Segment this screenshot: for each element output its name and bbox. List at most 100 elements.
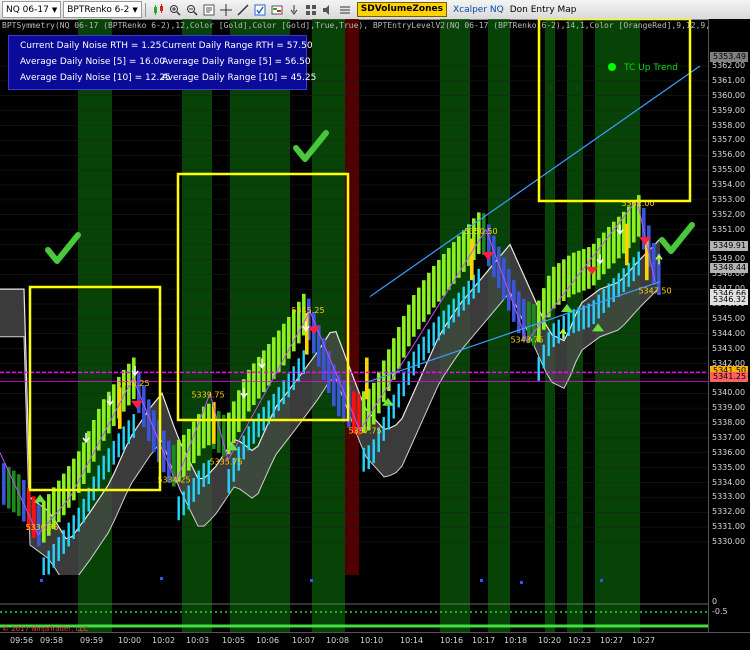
aqua-brick — [372, 439, 375, 464]
aqua-brick — [537, 357, 540, 381]
aqua-brick — [427, 329, 430, 354]
green-zone — [312, 19, 345, 632]
aqua-brick — [277, 387, 280, 411]
stat-noise-5: Average Daily Noise [5] = 16.00 — [20, 57, 166, 67]
aqua-brick — [302, 350, 305, 375]
aqua-brick — [452, 298, 455, 323]
time-tick-label: 10:08 — [326, 636, 350, 645]
aqua-brick — [462, 286, 465, 311]
aqua-brick — [457, 292, 460, 317]
instrument-selector[interactable]: NQ 06-17 ▼ — [2, 1, 62, 18]
aqua-brick — [92, 476, 95, 501]
checkmark-icon — [659, 222, 695, 254]
time-tick-label: 10:14 — [400, 636, 424, 645]
renko-brick — [407, 304, 411, 347]
renko-brick — [112, 384, 116, 426]
price-tick-label: 5343.00 — [712, 343, 746, 353]
renko-brick — [592, 243, 596, 286]
green-zone — [567, 575, 583, 632]
chevron-down-icon: ▼ — [132, 5, 138, 14]
aqua-brick — [102, 455, 105, 480]
aqua-brick — [547, 332, 550, 357]
arrow-down-icon[interactable] — [287, 2, 302, 17]
aqua-brick — [447, 304, 450, 329]
price-annotation: 5330.75 — [25, 523, 58, 532]
price-tick-label: 5358.00 — [712, 120, 746, 130]
renko-brick — [602, 232, 606, 275]
price-tick-label: 5360.00 — [712, 90, 746, 100]
aqua-brick — [387, 405, 390, 430]
time-tick-label: 10:10 — [360, 636, 384, 645]
properties-icon[interactable] — [202, 2, 217, 17]
aqua-brick — [297, 358, 300, 383]
candlestick-icon[interactable] — [151, 2, 166, 17]
price-axis[interactable]: 5362.00 5361.00 5360.00 5359.00 5358.00 5357.… — [708, 19, 750, 632]
price-tick-label: 5334.00 — [712, 477, 746, 487]
aqua-brick — [552, 323, 555, 348]
renko-brick — [102, 399, 106, 441]
price-chart-panel[interactable]: TC Up Trend 5330.75 5340.25 5334.25 5339.75… — [0, 19, 708, 632]
aqua-brick — [607, 283, 610, 308]
aqua-brick — [292, 366, 295, 391]
aqua-brick — [397, 383, 400, 408]
xcalper-nq-link[interactable]: Xcalper NQ — [453, 5, 504, 15]
sound-icon[interactable] — [321, 2, 336, 17]
aqua-brick — [362, 447, 365, 472]
instrument-label: NQ 06-17 — [6, 4, 49, 15]
renko-brick — [57, 480, 61, 523]
chevron-down-icon: ▼ — [51, 5, 58, 14]
aqua-brick — [557, 319, 560, 344]
drawing-tool-icon[interactable] — [236, 2, 251, 17]
checkbox-icon[interactable] — [253, 2, 268, 17]
don-entry-map-link[interactable]: Don Entry Map — [510, 5, 577, 15]
aqua-brick — [467, 280, 470, 305]
daily-noise-stats-panel: Current Daily Noise RTH = 1.25 Current D… — [8, 35, 316, 90]
zoom-out-icon[interactable] — [185, 2, 200, 17]
stat-range-5: Average Daily Range [5] = 56.50 — [162, 57, 311, 67]
renko-brick — [82, 442, 86, 484]
aqua-brick — [112, 440, 115, 465]
renko-brick — [412, 295, 416, 337]
bar-type-selector[interactable]: BPTRenko 6-2 ▼ — [63, 1, 142, 18]
aqua-brick — [587, 303, 590, 328]
aqua-brick — [567, 312, 570, 336]
price-annotation: 5350.50 — [464, 227, 497, 236]
list-icon[interactable] — [338, 2, 353, 17]
sdvolumezones-button[interactable]: SDVolumeZones — [356, 2, 447, 17]
renko-brick — [142, 385, 146, 428]
grid-icon[interactable] — [304, 2, 319, 17]
osc-dot — [600, 579, 603, 582]
gold-brick — [470, 238, 474, 281]
price-tick-label: 5331.00 — [712, 522, 746, 532]
renko-brick — [422, 280, 426, 322]
indicator-title: BPTSymmetry(NQ 06-17 (BPTRenko 6-2),12,C… — [2, 21, 750, 30]
aqua-brick — [627, 263, 630, 287]
green-zone — [78, 575, 112, 632]
price-tag: 5353.49 — [710, 52, 748, 63]
green-zone — [545, 575, 555, 632]
price-annotation: 5345.25 — [291, 306, 324, 315]
renko-brick — [572, 252, 576, 295]
zoom-in-icon[interactable] — [168, 2, 183, 17]
aqua-brick — [182, 491, 185, 516]
green-zone — [440, 575, 470, 632]
time-tick-label: 09:59 — [80, 636, 104, 645]
time-axis[interactable]: 09:56 09:58 09:59 10:00 10:02 10:03 10:05 10:06… — [0, 632, 750, 650]
renko-brick — [402, 315, 406, 358]
green-zone — [312, 575, 345, 632]
price-annotation: 5335.75 — [209, 458, 242, 467]
aqua-brick — [597, 294, 600, 319]
aqua-brick — [367, 445, 370, 470]
time-tick-label: 10:02 — [152, 636, 176, 645]
chart-trader-icon[interactable] — [270, 2, 285, 17]
aqua-brick — [122, 426, 125, 451]
renko-brick — [247, 369, 251, 412]
renko-brick — [182, 434, 186, 477]
renko-brick — [207, 403, 211, 446]
renko-brick — [417, 287, 421, 330]
time-tick-label: 10:27 — [600, 636, 624, 645]
trend-label: TC Up Trend — [623, 63, 678, 73]
renko-brick — [12, 470, 16, 513]
crosshair-icon[interactable] — [219, 2, 234, 17]
aqua-brick — [382, 417, 385, 441]
